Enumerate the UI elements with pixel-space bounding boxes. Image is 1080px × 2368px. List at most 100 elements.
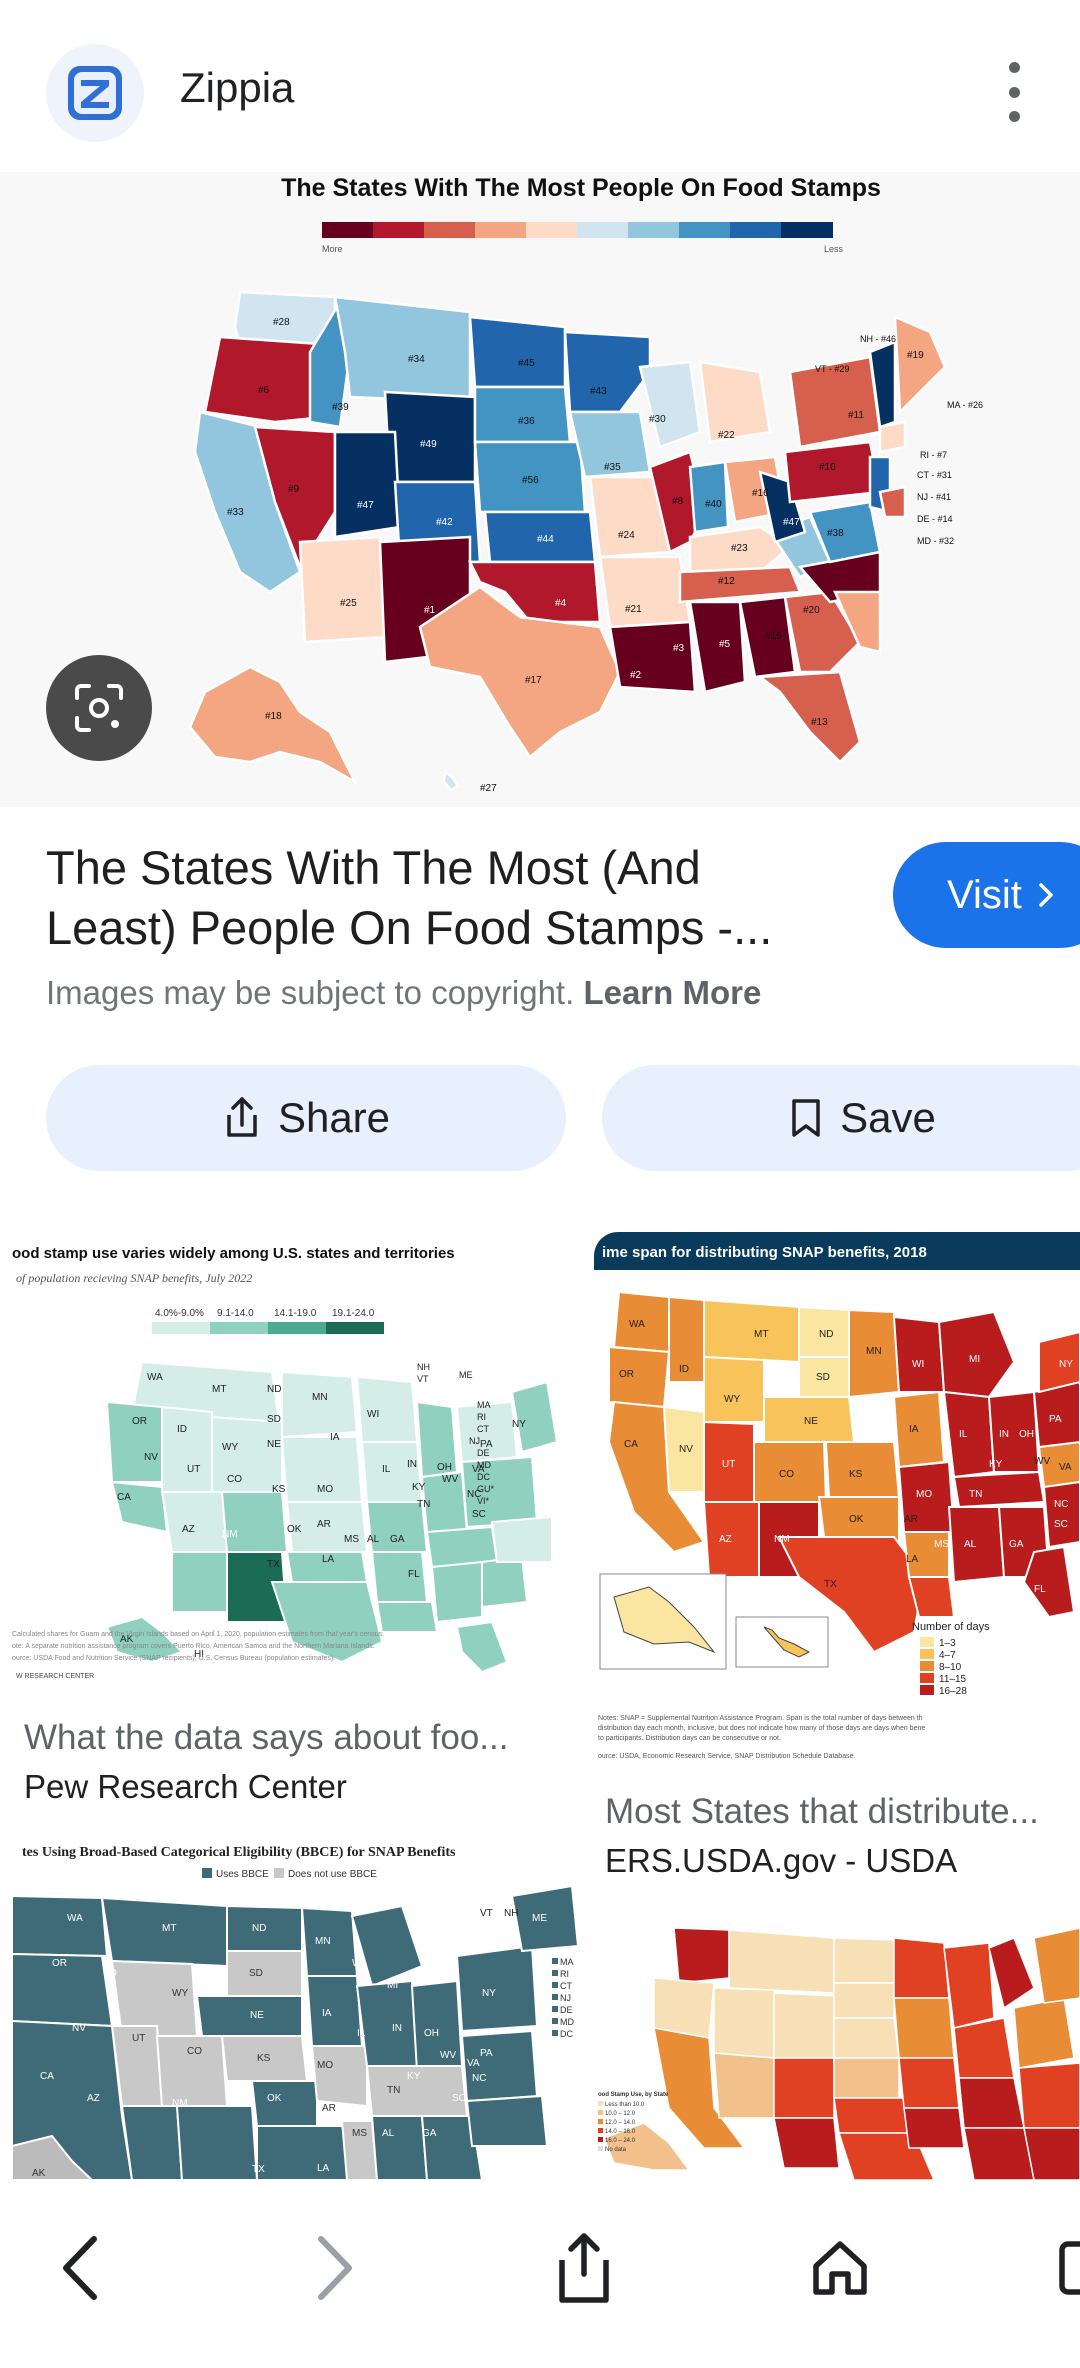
svg-text:ood stamp use varies widely am: ood stamp use varies widely among U.S. s…	[12, 1245, 455, 1262]
related-image-3[interactable]: tes Using Broad-Based Categorical Eligib…	[12, 1836, 578, 2180]
svg-text:distribution day each month, i: distribution day each month, inclusive, …	[598, 1725, 925, 1732]
back-arrow-icon[interactable]	[34, 2220, 130, 2316]
visit-label: Visit	[947, 872, 1022, 917]
svg-text:TX: TX	[252, 2164, 265, 2175]
svg-text:16.0 – 24.0: 16.0 – 24.0	[605, 2138, 636, 2144]
svg-text:MN: MN	[315, 1936, 331, 1947]
share-button[interactable]: Share	[46, 1065, 566, 1171]
svg-text:ource: USDA, Economic Research: ource: USDA, Economic Research Service, …	[598, 1753, 855, 1760]
svg-text:WI: WI	[367, 1409, 379, 1420]
svg-text:MO: MO	[317, 1484, 333, 1495]
svg-text:AR: AR	[904, 1514, 918, 1525]
lens-search-icon[interactable]	[46, 655, 152, 761]
svg-text:16–28: 16–28	[939, 1686, 967, 1697]
svg-text:NY: NY	[482, 1988, 496, 1999]
svg-text:AL: AL	[964, 1539, 977, 1550]
share-label: Share	[277, 1094, 391, 1141]
svg-text:#13: #13	[811, 717, 828, 728]
svg-text:WY: WY	[724, 1394, 740, 1405]
svg-text:MS: MS	[934, 1539, 949, 1550]
svg-text:#35: #35	[604, 462, 621, 473]
svg-text:#43: #43	[590, 386, 607, 397]
svg-text:of population recieving SNAP b: of population recieving SNAP benefits, J…	[16, 1271, 252, 1285]
svg-text:OR: OR	[132, 1416, 147, 1427]
svg-text:#8: #8	[672, 496, 684, 507]
save-button[interactable]: Save	[602, 1065, 1080, 1171]
svg-text:OR: OR	[52, 1958, 67, 1969]
related-title-1[interactable]: What the data says about foo...	[24, 1718, 508, 1758]
svg-text:NE: NE	[250, 2010, 264, 2021]
svg-text:IL: IL	[357, 2028, 366, 2039]
svg-text:NM: NM	[172, 2098, 188, 2109]
svg-text:AL: AL	[367, 1534, 380, 1545]
svg-text:4–7: 4–7	[939, 1650, 956, 1661]
svg-text:1–3: 1–3	[939, 1638, 956, 1649]
svg-text:LA: LA	[906, 1554, 919, 1565]
related-title-2[interactable]: Most States that distribute...	[605, 1792, 1039, 1832]
svg-text:No data: No data	[605, 2147, 627, 2153]
svg-text:ME: ME	[459, 1370, 473, 1380]
forward-arrow-icon[interactable]	[285, 2220, 381, 2316]
svg-text:NH: NH	[504, 1908, 518, 1919]
svg-text:GA: GA	[422, 2128, 437, 2139]
svg-text:CT: CT	[560, 1981, 572, 1991]
svg-text:12.0 – 14.0: 12.0 – 14.0	[605, 2120, 636, 2126]
svg-text:#47: #47	[783, 517, 800, 528]
svg-text:#12: #12	[718, 576, 735, 587]
svg-text:WV: WV	[442, 1474, 458, 1485]
related-source-2: ERS.USDA.gov - USDA	[605, 1842, 958, 1879]
svg-text:KY: KY	[989, 1459, 1003, 1470]
related-image-2[interactable]: ime span for distributing SNAP benefits,…	[594, 1232, 1080, 1772]
svg-text:KS: KS	[849, 1469, 863, 1480]
svg-text:VA: VA	[1059, 1462, 1072, 1473]
result-title[interactable]: The States With The Most (And Least) Peo…	[46, 838, 826, 958]
svg-text:IL: IL	[959, 1429, 968, 1440]
svg-text:MA - #26: MA - #26	[947, 400, 983, 410]
svg-text:KY: KY	[407, 2071, 421, 2082]
svg-text:19.1-24.0: 19.1-24.0	[332, 1308, 375, 1319]
svg-text:SC: SC	[472, 1509, 486, 1520]
svg-text:TN: TN	[387, 2085, 400, 2096]
svg-text:8–10: 8–10	[939, 1662, 962, 1673]
svg-text:RI - #7: RI - #7	[920, 450, 947, 460]
svg-text:to participants. Distribution: to participants. Distribution days can b…	[598, 1735, 781, 1742]
svg-text:NE: NE	[267, 1439, 281, 1450]
learn-more-link[interactable]: Learn More	[583, 974, 761, 1011]
svg-text:OH: OH	[424, 2028, 439, 2039]
related-image-1[interactable]: ood stamp use varies widely among U.S. s…	[12, 1232, 578, 1700]
svg-text:ime span for distributing SNAP: ime span for distributing SNAP benefits,…	[602, 1244, 927, 1261]
svg-text:#9: #9	[288, 484, 300, 495]
svg-text:AL: AL	[382, 2128, 395, 2139]
svg-text:LA: LA	[322, 1554, 335, 1565]
svg-text:NJ - #41: NJ - #41	[917, 492, 951, 502]
svg-text:CO: CO	[227, 1474, 242, 1485]
related-image-4[interactable]: ood Stamp Use, by State Less than 10.0 1…	[594, 1908, 1080, 2180]
zippia-logo-icon[interactable]	[46, 44, 144, 142]
svg-text:10.0 – 12.0: 10.0 – 12.0	[605, 2111, 636, 2117]
preview-image[interactable]: The States With The Most People On Food …	[0, 172, 1080, 807]
svg-text:#28: #28	[273, 317, 290, 328]
svg-text:OK: OK	[287, 1524, 302, 1535]
top-bar: Zippia	[0, 0, 1080, 172]
svg-text:#6: #6	[258, 385, 270, 396]
home-icon[interactable]	[792, 2220, 888, 2316]
share-icon[interactable]	[536, 2220, 632, 2316]
more-vert-icon[interactable]	[994, 62, 1034, 122]
svg-text:#10: #10	[819, 462, 836, 473]
tabs-icon[interactable]	[1040, 2220, 1080, 2316]
svg-text:14.0 – 16.0: 14.0 – 16.0	[605, 2129, 636, 2135]
svg-text:CT - #31: CT - #31	[917, 470, 952, 480]
svg-text:#24: #24	[618, 530, 635, 541]
svg-text:Less than 10.0: Less than 10.0	[605, 2102, 645, 2108]
svg-text:WY: WY	[222, 1442, 238, 1453]
svg-text:#18: #18	[265, 711, 282, 722]
svg-text:AR: AR	[322, 2103, 336, 2114]
svg-text:#27: #27	[480, 783, 497, 794]
svg-text:CA: CA	[117, 1492, 131, 1503]
svg-text:#25: #25	[340, 598, 357, 609]
svg-text:WV: WV	[1034, 1456, 1050, 1467]
visit-button[interactable]: Visit	[893, 842, 1080, 948]
svg-text:SC: SC	[452, 2093, 466, 2104]
legend-less: Less	[824, 244, 844, 254]
svg-text:#23: #23	[731, 543, 748, 554]
